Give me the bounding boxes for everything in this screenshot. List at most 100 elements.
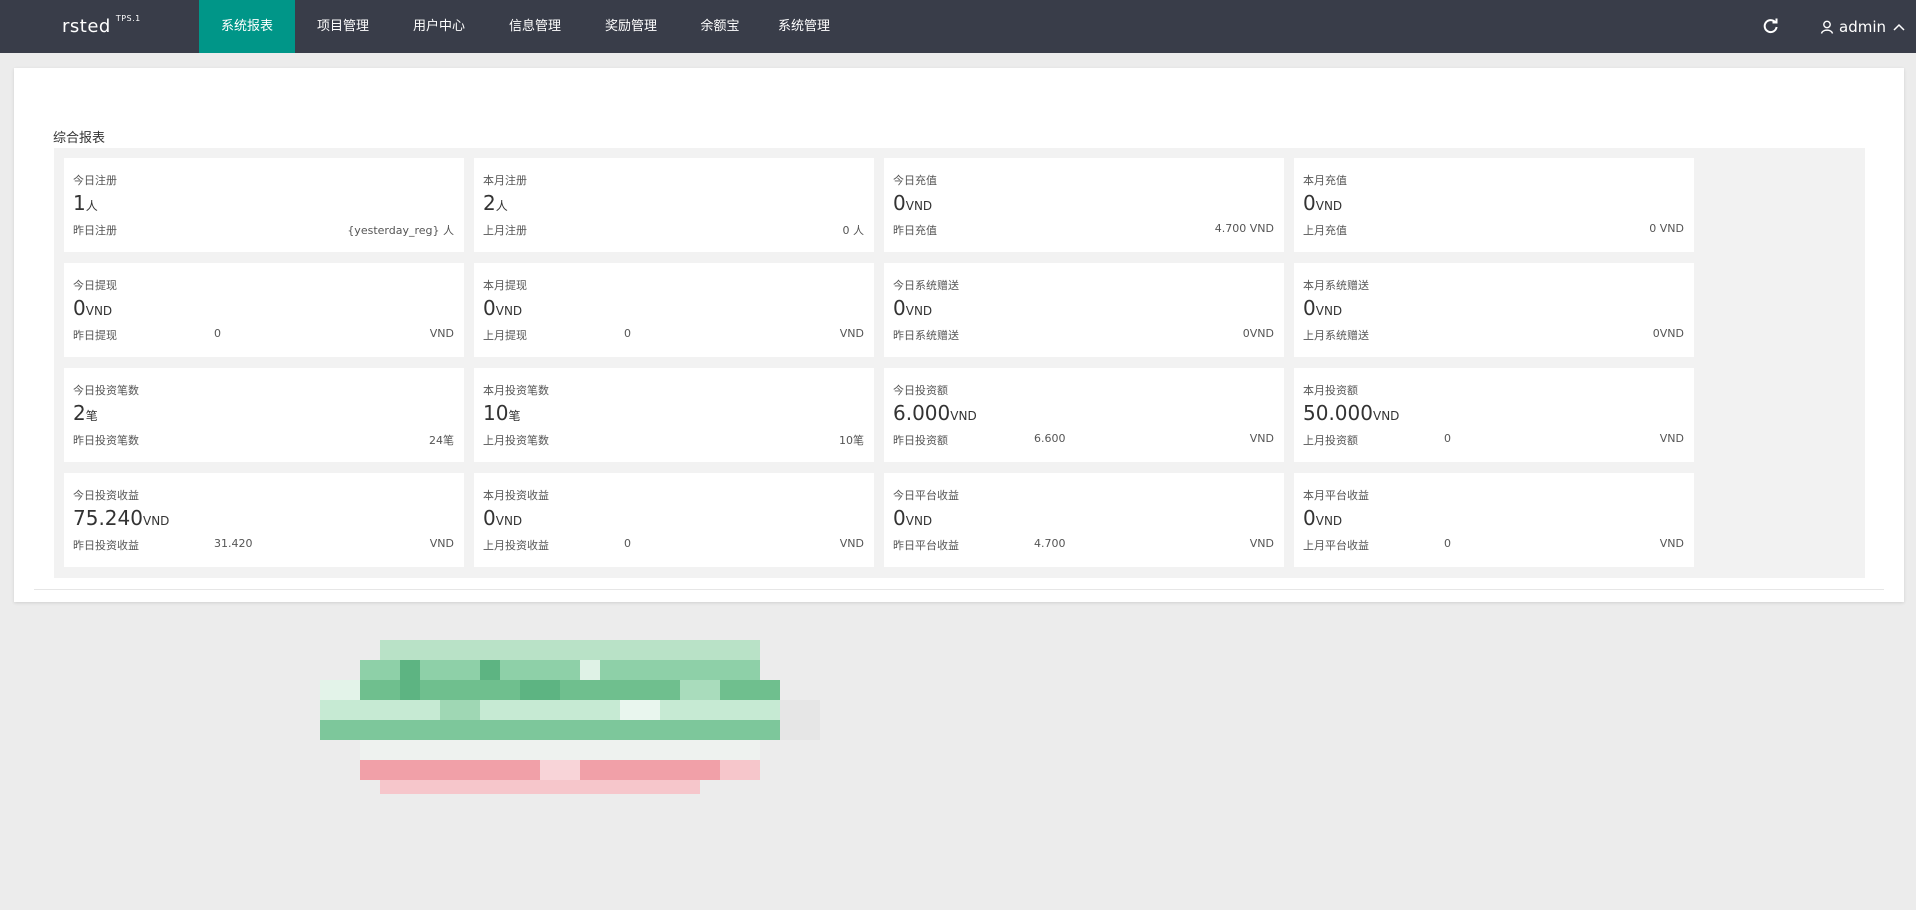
card-sub-value: 0 [624, 327, 631, 340]
stat-card: 本月投资笔数 10笔 上月投资笔数 10笔 [474, 368, 874, 462]
stat-card: 今日注册 1人 昨日注册 {yesterday_reg} 人 [64, 158, 464, 252]
card-sub-unit: VND [429, 327, 454, 340]
user-menu[interactable]: admin [1820, 17, 1911, 37]
stat-card: 今日投资笔数 2笔 昨日投资笔数 24笔 [64, 368, 464, 462]
stat-card: 本月投资额 50.000VND 上月投资额 0 VND [1294, 368, 1694, 462]
card-value: 75.240VND [73, 506, 170, 530]
card-value: 0VND [483, 506, 523, 530]
card-sub-value: 0 [624, 537, 631, 550]
card-sub-label: 昨日投资笔数 [73, 434, 139, 447]
card-sub-unit: VND [429, 537, 454, 550]
card-value: 6.000VND [893, 401, 977, 425]
nav-item-reward-management[interactable]: 奖励管理 [583, 0, 679, 53]
main-panel: 综合报表 今日注册 1人 昨日注册 {yesterday_reg} 人 本月注册… [14, 68, 1904, 602]
mosaic-green-region [320, 640, 820, 740]
card-sub-unit: VND [1659, 537, 1684, 550]
card-sub-unit: VND [1249, 432, 1274, 445]
card-value: 0VND [1303, 506, 1343, 530]
chevron-up-icon [1893, 23, 1905, 31]
card-label: 本月投资笔数 [483, 384, 549, 397]
card-label: 今日平台收益 [893, 489, 959, 502]
stat-card: 今日系统赠送 0VND 昨日系统赠送 0VND [884, 263, 1284, 357]
stat-card: 今日平台收益 0VND 昨日平台收益 4.700 VND [884, 473, 1284, 567]
card-value: 50.000VND [1303, 401, 1400, 425]
card-label: 今日充值 [893, 174, 937, 187]
card-sub-value: 0VND [1652, 327, 1684, 340]
nav-item-system-management[interactable]: 系统管理 [761, 0, 847, 53]
refresh-icon[interactable] [1762, 17, 1780, 35]
card-sub-unit: VND [1659, 432, 1684, 445]
nav-item-balance[interactable]: 余额宝 [679, 0, 761, 53]
card-sub-label: 昨日提现 [73, 329, 117, 342]
card-sub-value: 0 [1444, 432, 1451, 445]
card-sub-label: 上月提现 [483, 329, 527, 342]
card-sub-value: {yesterday_reg} 人 [347, 224, 454, 237]
card-label: 今日投资笔数 [73, 384, 139, 397]
nav-item-info-management[interactable]: 信息管理 [487, 0, 583, 53]
user-icon [1820, 20, 1834, 34]
card-sub-value: 4.700 [1034, 537, 1066, 550]
stat-card: 本月系统赠送 0VND 上月系统赠送 0VND [1294, 263, 1694, 357]
card-sub-value: 31.420 [214, 537, 253, 550]
stat-card: 今日投资收益 75.240VND 昨日投资收益 31.420 VND [64, 473, 464, 567]
card-value: 0VND [893, 191, 933, 215]
card-value: 0VND [1303, 191, 1343, 215]
redacted-mosaic [320, 640, 820, 794]
brand-version: TPS.1 [115, 14, 141, 23]
nav-item-system-report[interactable]: 系统报表 [199, 0, 295, 53]
stats-grid: 今日注册 1人 昨日注册 {yesterday_reg} 人 本月注册 2人 上… [54, 148, 1865, 578]
mosaic-pink-region [360, 740, 760, 794]
stat-card: 今日充值 0VND 昨日充值 4.700 VND [884, 158, 1284, 252]
card-sub-value: 0 人 [842, 224, 865, 237]
card-sub-value: 10笔 [839, 434, 864, 447]
card-sub-label: 昨日注册 [73, 224, 117, 237]
card-label: 今日提现 [73, 279, 117, 292]
card-label: 本月平台收益 [1303, 489, 1369, 502]
card-sub-unit: VND [839, 537, 864, 550]
card-label: 本月系统赠送 [1303, 279, 1369, 292]
card-sub-label: 上月投资额 [1303, 434, 1358, 447]
card-sub-unit: VND [839, 327, 864, 340]
card-label: 今日投资收益 [73, 489, 139, 502]
stat-card: 本月投资收益 0VND 上月投资收益 0 VND [474, 473, 874, 567]
card-sub-value: 0 VND [1649, 222, 1684, 235]
card-value: 1人 [73, 191, 98, 215]
card-label: 今日注册 [73, 174, 117, 187]
card-value: 2人 [483, 191, 508, 215]
card-sub-value: 4.700 VND [1214, 222, 1274, 235]
card-sub-value: 0 [1444, 537, 1451, 550]
card-value: 0VND [483, 296, 523, 320]
card-sub-value: 6.600 [1034, 432, 1066, 445]
brand-name: rsted [62, 16, 111, 37]
card-sub-label: 上月投资笔数 [483, 434, 549, 447]
card-value: 0VND [73, 296, 113, 320]
card-sub-label: 上月充值 [1303, 224, 1347, 237]
report-container: 综合报表 今日注册 1人 昨日注册 {yesterday_reg} 人 本月注册… [34, 84, 1884, 590]
card-sub-value: 0VND [1242, 327, 1274, 340]
card-label: 本月充值 [1303, 174, 1347, 187]
card-sub-label: 昨日平台收益 [893, 539, 959, 552]
card-sub-label: 昨日系统赠送 [893, 329, 959, 342]
card-value: 0VND [1303, 296, 1343, 320]
top-navbar: rsted TPS.1 系统报表 项目管理 用户中心 信息管理 奖励管理 余额宝 … [0, 0, 1916, 53]
brand-logo[interactable]: rsted TPS.1 [62, 14, 141, 37]
card-sub-label: 昨日投资额 [893, 434, 948, 447]
card-sub-label: 上月系统赠送 [1303, 329, 1369, 342]
card-sub-label: 上月投资收益 [483, 539, 549, 552]
card-sub-label: 上月平台收益 [1303, 539, 1369, 552]
card-value: 0VND [893, 506, 933, 530]
card-sub-label: 昨日充值 [893, 224, 937, 237]
card-label: 本月投资收益 [483, 489, 549, 502]
nav-item-project-management[interactable]: 项目管理 [295, 0, 391, 53]
card-value: 10笔 [483, 401, 521, 425]
card-value: 2笔 [73, 401, 98, 425]
card-label: 今日投资额 [893, 384, 948, 397]
card-label: 本月投资额 [1303, 384, 1358, 397]
card-label: 本月提现 [483, 279, 527, 292]
nav-item-user-center[interactable]: 用户中心 [391, 0, 487, 53]
card-sub-label: 上月注册 [483, 224, 527, 237]
stat-card: 本月提现 0VND 上月提现 0 VND [474, 263, 874, 357]
stat-card: 今日投资额 6.000VND 昨日投资额 6.600 VND [884, 368, 1284, 462]
stat-card: 本月平台收益 0VND 上月平台收益 0 VND [1294, 473, 1694, 567]
username: admin [1839, 18, 1886, 36]
